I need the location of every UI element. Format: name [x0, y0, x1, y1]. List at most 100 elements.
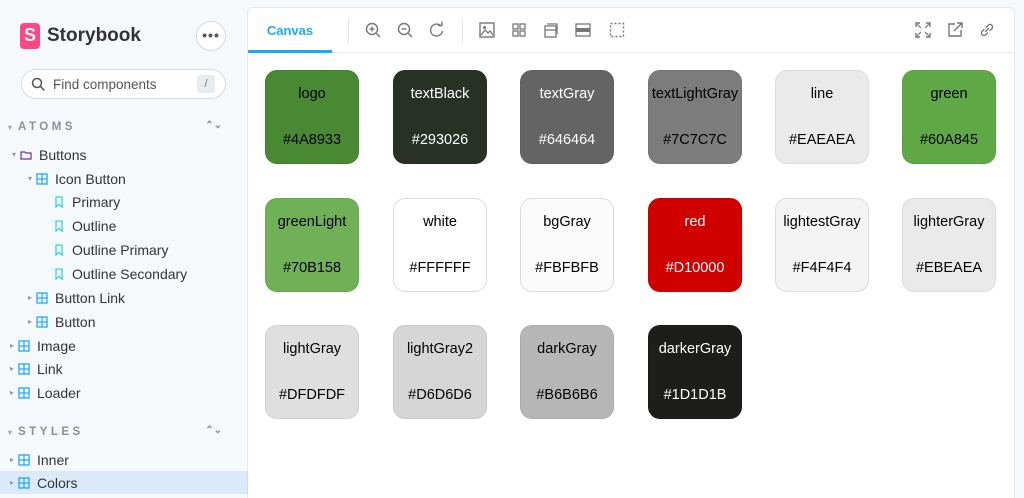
chevron-right-icon: ▸: [27, 293, 32, 302]
swatch-hex: #1D1D1B: [663, 387, 727, 403]
expand-collapse-icon[interactable]: ⌃⌄: [205, 425, 222, 436]
toolbar: Canvas: [248, 8, 1014, 53]
component-icon: [36, 315, 48, 328]
swatch-hex: #D6D6D6: [408, 387, 472, 403]
tree-item-label: Buttons: [39, 146, 87, 163]
swatch-name: greenLight: [277, 214, 347, 230]
brand-name: Storybook: [47, 25, 141, 46]
bookmark-icon: [55, 195, 63, 208]
swatch-name: bgGray: [543, 214, 591, 230]
menu-button[interactable]: •••: [196, 21, 226, 51]
copy-link-icon[interactable]: [978, 21, 996, 39]
chevron-down-icon: ▾: [27, 174, 32, 183]
tree-item-label: Colors: [37, 474, 78, 491]
swatch-name: line: [810, 86, 834, 102]
group-title: ATOMS: [18, 121, 76, 133]
tree-item-button[interactable]: ▸ Button: [0, 310, 248, 333]
color-swatch: darkGray #B6B6B6: [520, 325, 614, 419]
swatch-name: lightestGray: [783, 214, 861, 230]
swatch-name: textLightGray: [651, 86, 739, 102]
swatch-name: darkerGray: [658, 341, 732, 357]
background-image-icon[interactable]: [478, 21, 496, 39]
swatch-name: red: [684, 214, 706, 230]
color-swatch: textGray #646464: [520, 70, 614, 164]
chevron-right-icon: ▸: [9, 388, 14, 397]
tree-item-colors[interactable]: ▸ Colors: [0, 471, 248, 494]
swatch-name: lightGray2: [406, 341, 474, 357]
sidebar: S Storybook ••• Find components / ▾ ATOMS…: [0, 0, 248, 498]
measure-icon[interactable]: [574, 21, 592, 39]
chevron-right-icon: ▸: [9, 478, 14, 487]
swatch-hex: #4A8933: [282, 132, 342, 148]
swatch-name: white: [423, 214, 457, 230]
folder-icon: [20, 150, 32, 160]
tree-item-label: Outline Primary: [72, 241, 169, 258]
logo-letter: S: [23, 25, 36, 45]
brand[interactable]: S Storybook: [20, 22, 141, 50]
chevron-right-icon: ▸: [9, 364, 14, 373]
tree-item-label: Button: [55, 313, 96, 330]
swatch-hex: #EAEAEA: [788, 132, 856, 148]
tree-item-label: Loader: [37, 384, 81, 401]
swatch-hex: #646464: [538, 132, 596, 148]
swatch-name: textGray: [539, 86, 595, 102]
tree-item-label: Icon Button: [55, 170, 126, 187]
grid-icon[interactable]: [510, 21, 528, 39]
chevron-down-icon: ▾: [11, 150, 16, 159]
zoom-out-icon[interactable]: [396, 21, 414, 39]
bookmark-icon: [55, 243, 63, 256]
swatch-name: darkGray: [537, 341, 597, 357]
zoom-in-icon[interactable]: [364, 21, 382, 39]
bookmark-icon: [55, 219, 63, 232]
zoom-reset-icon[interactable]: [428, 21, 446, 39]
viewport-icon[interactable]: [542, 21, 560, 39]
tree-item-buttons[interactable]: ▾ Buttons: [0, 143, 248, 166]
tree-item-outline-primary[interactable]: Outline Primary: [0, 238, 248, 261]
search-input[interactable]: Find components: [53, 77, 157, 92]
expand-collapse-icon[interactable]: ⌃⌄: [205, 120, 222, 131]
tree-item-link[interactable]: ▸ Link: [0, 357, 248, 380]
swatch-hex: #D10000: [665, 260, 725, 276]
group-styles[interactable]: ▾ STYLES ⌃⌄: [8, 425, 228, 440]
color-swatch: textLightGray #7C7C7C: [648, 70, 742, 164]
tree-item-label: Primary: [72, 193, 121, 210]
color-swatch: white #FFFFFF: [393, 198, 487, 292]
component-icon: [18, 339, 30, 352]
tab-canvas[interactable]: Canvas: [248, 8, 332, 53]
color-swatch: bgGray #FBFBFB: [520, 198, 614, 292]
toolbar-divider: [462, 19, 463, 43]
chevron-right-icon: ▸: [9, 341, 14, 350]
color-swatch: darkerGray #1D1D1B: [648, 325, 742, 419]
component-icon: [18, 476, 30, 489]
chevron-down-icon: ▾: [8, 123, 13, 132]
swatch-name: logo: [298, 86, 326, 102]
swatch-hex: #FBFBFB: [535, 260, 599, 276]
tree-item-label: Outline: [72, 217, 117, 234]
tree-item-inner[interactable]: ▸ Inner: [0, 448, 248, 471]
color-swatch: red #D10000: [648, 198, 742, 292]
tree-item-button-link[interactable]: ▸ Button Link: [0, 286, 248, 309]
tree-item-loader[interactable]: ▸ Loader: [0, 381, 248, 404]
tree-item-image[interactable]: ▸ Image: [0, 334, 248, 357]
tree-item-label: Outline Secondary: [72, 265, 188, 282]
component-icon: [18, 386, 30, 399]
color-swatch: lightGray2 #D6D6D6: [393, 325, 487, 419]
search-field[interactable]: Find components /: [21, 69, 226, 99]
search-icon: [31, 77, 45, 91]
group-title: STYLES: [18, 426, 84, 438]
tree-item-primary[interactable]: Primary: [0, 190, 248, 213]
tree-item-icon-button[interactable]: ▾ Icon Button: [0, 167, 248, 190]
search-shortcut-badge: /: [197, 75, 215, 93]
swatch-hex: #293026: [411, 132, 469, 148]
outline-icon[interactable]: [608, 21, 626, 39]
group-atoms[interactable]: ▾ ATOMS ⌃⌄: [8, 120, 228, 135]
color-swatch: lighterGray #EBEAEA: [902, 198, 996, 292]
open-new-tab-icon[interactable]: [946, 21, 964, 39]
component-icon: [18, 362, 30, 375]
tree-item-outline-secondary[interactable]: Outline Secondary: [0, 262, 248, 285]
chevron-right-icon: ▸: [27, 317, 32, 326]
fullscreen-icon[interactable]: [914, 21, 932, 39]
bookmark-icon: [55, 267, 63, 280]
tree-item-label: Link: [37, 360, 63, 377]
tree-item-outline[interactable]: Outline: [0, 214, 248, 237]
